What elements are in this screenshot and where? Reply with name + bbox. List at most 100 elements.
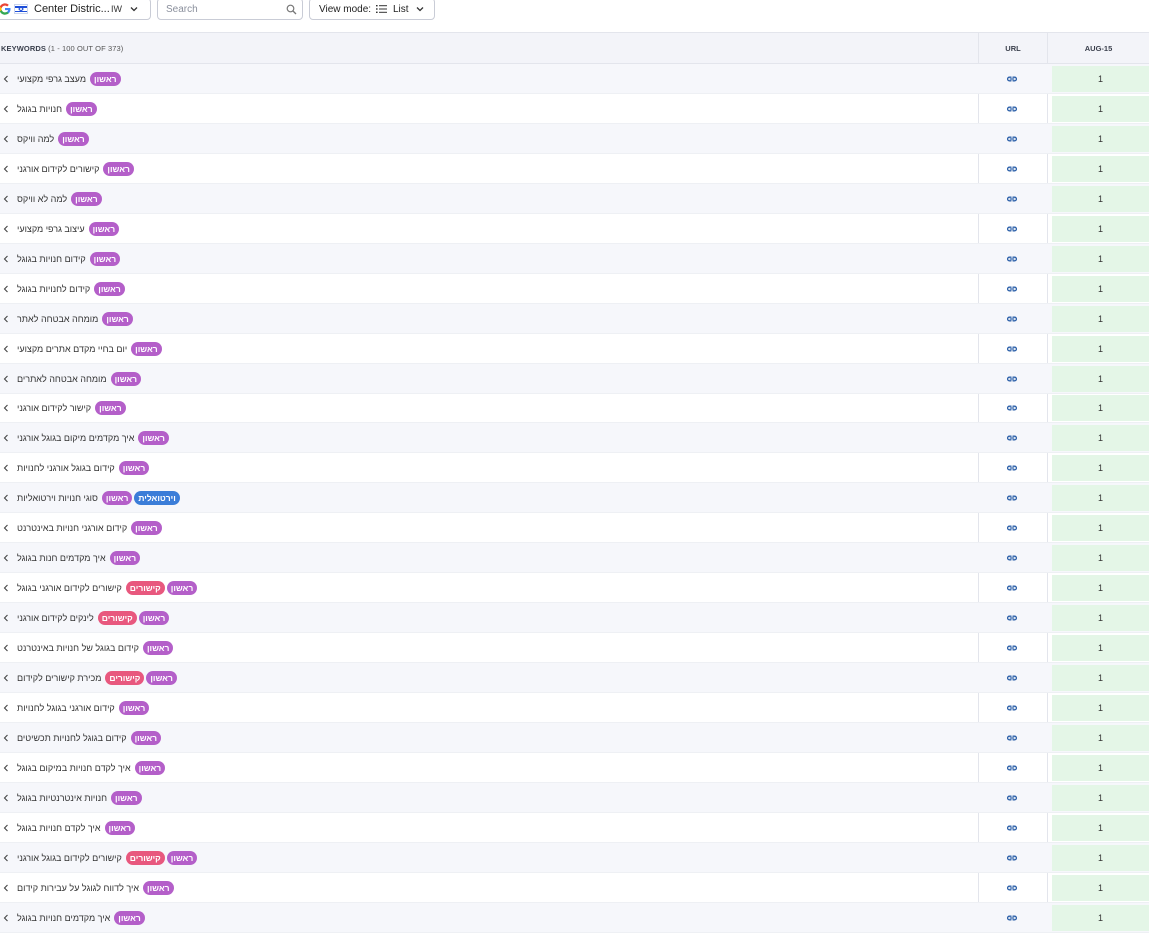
table-row[interactable]: מומחה אבטחה לאתר ראשון 1	[0, 303, 1149, 334]
chevron-left-icon[interactable]	[3, 524, 9, 532]
chevron-left-icon[interactable]	[3, 494, 9, 502]
chevron-left-icon[interactable]	[3, 614, 9, 622]
link-icon[interactable]	[1006, 73, 1018, 85]
table-row[interactable]: מכירת קישורים לקידום קישורים ראשון 1	[0, 663, 1149, 693]
link-icon[interactable]	[1006, 522, 1018, 534]
table-row[interactable]: איך לקדם חנויות בגוגל ראשון 1	[0, 813, 1149, 843]
view-mode-select[interactable]: View mode: List	[309, 0, 435, 20]
table-row[interactable]: חנויות בגוגל ראשון 1	[0, 94, 1149, 124]
table-row[interactable]: קידום לחנויות בגוגל ראשון 1	[0, 274, 1149, 304]
keyword-text[interactable]: איך מקדמים חנויות בגוגל	[17, 913, 110, 923]
table-row[interactable]: למה לא וויקס ראשון 1	[0, 183, 1149, 214]
keyword-text[interactable]: קידום חנויות בגוגל	[17, 254, 86, 264]
table-row[interactable]: איך מקדמים חנות בגוגל ראשון 1	[0, 543, 1149, 574]
keyword-tag[interactable]: ראשון	[102, 311, 133, 326]
link-icon[interactable]	[1006, 253, 1018, 265]
chevron-left-icon[interactable]	[3, 704, 9, 712]
keyword-text[interactable]: איך לקדם חנויות בגוגל	[17, 823, 101, 833]
keyword-text[interactable]: למה וויקס	[17, 134, 54, 144]
link-icon[interactable]	[1006, 852, 1018, 864]
keyword-text[interactable]: למה לא וויקס	[17, 194, 67, 204]
keyword-text[interactable]: קידום בגוגל לחנויות תכשיטים	[17, 733, 127, 743]
table-row[interactable]: קידום אורגני בגוגל לחנויות ראשון 1	[0, 693, 1149, 723]
link-icon[interactable]	[1006, 822, 1018, 834]
link-icon[interactable]	[1006, 912, 1018, 924]
search-input[interactable]	[166, 2, 281, 16]
chevron-left-icon[interactable]	[3, 75, 9, 83]
chevron-left-icon[interactable]	[3, 884, 9, 892]
keyword-tag[interactable]: ראשון	[131, 341, 162, 356]
search-icon[interactable]	[286, 4, 297, 15]
keyword-text[interactable]: מומחה אבטחה לאתרים	[17, 374, 107, 384]
keyword-tag[interactable]: ראשון	[114, 910, 145, 925]
link-icon[interactable]	[1006, 163, 1018, 175]
keyword-tag[interactable]: קישורים	[105, 671, 145, 685]
link-icon[interactable]	[1006, 492, 1018, 504]
link-icon[interactable]	[1006, 133, 1018, 145]
keyword-text[interactable]: קידום בגוגל אורגני לחנויות	[17, 463, 115, 473]
keyword-tag[interactable]: ראשון	[118, 700, 150, 715]
keyword-tag[interactable]: וירטואלית	[134, 491, 180, 506]
chevron-left-icon[interactable]	[3, 824, 9, 832]
link-icon[interactable]	[1006, 762, 1018, 774]
table-row[interactable]: איך לקדם חנויות במיקום בגוגל ראשון 1	[0, 753, 1149, 783]
chevron-left-icon[interactable]	[3, 854, 9, 862]
table-row[interactable]: לינקים לקידום אורגני קישורים ראשון 1	[0, 603, 1149, 634]
keyword-text[interactable]: חנויות בגוגל	[17, 104, 62, 114]
chevron-left-icon[interactable]	[3, 674, 9, 682]
chevron-left-icon[interactable]	[3, 105, 9, 113]
link-icon[interactable]	[1006, 343, 1018, 355]
keyword-tag[interactable]: ראשון	[110, 371, 142, 386]
keyword-text[interactable]: קישור לקידום אורגני	[17, 403, 91, 413]
link-icon[interactable]	[1006, 313, 1018, 325]
link-icon[interactable]	[1006, 103, 1018, 115]
link-icon[interactable]	[1006, 672, 1018, 684]
keyword-tag[interactable]: ראשון	[146, 671, 177, 685]
keyword-tag[interactable]: ראשון	[66, 101, 97, 116]
keyword-text[interactable]: מכירת קישורים לקידום	[17, 673, 101, 683]
keyword-tag[interactable]: קישורים	[97, 611, 137, 626]
chevron-left-icon[interactable]	[3, 165, 9, 173]
keyword-tag[interactable]: ראשון	[138, 611, 170, 626]
keyword-text[interactable]: איך לדווח לגוגל על עבירות קידום	[17, 883, 139, 893]
table-row[interactable]: יום בחיי מקדם אתרים מקצועי ראשון 1	[0, 334, 1149, 364]
chevron-left-icon[interactable]	[3, 195, 9, 203]
chevron-left-icon[interactable]	[3, 404, 9, 412]
keyword-text[interactable]: מעצב גרפי מקצועי	[17, 74, 86, 84]
chevron-left-icon[interactable]	[3, 794, 9, 802]
link-icon[interactable]	[1006, 193, 1018, 205]
link-icon[interactable]	[1006, 732, 1018, 744]
search-box[interactable]	[157, 0, 303, 20]
keyword-tag[interactable]: ראשון	[103, 161, 134, 176]
keyword-tag[interactable]: ראשון	[104, 820, 136, 835]
chevron-left-icon[interactable]	[3, 345, 9, 353]
keyword-text[interactable]: קידום אורגני חנויות באינטרנט	[17, 523, 127, 533]
keyword-text[interactable]: איך מקדמים חנות בגוגל	[17, 553, 106, 563]
keywords-column-header[interactable]: KEYWORDS (1 - 100 OUT OF 373)	[1, 44, 123, 53]
link-icon[interactable]	[1006, 702, 1018, 714]
link-icon[interactable]	[1006, 792, 1018, 804]
chevron-left-icon[interactable]	[3, 584, 9, 592]
table-row[interactable]: איך לדווח לגוגל על עבירות קידום ראשון 1	[0, 873, 1149, 903]
keyword-text[interactable]: איך מקדמים מיקום בגוגל אורגני	[17, 433, 134, 443]
keyword-tag[interactable]: ראשון	[95, 401, 126, 416]
table-row[interactable]: קידום בגוגל לחנויות תכשיטים ראשון 1	[0, 722, 1149, 753]
keyword-text[interactable]: קידום בגוגל של חנויות באינטרנט	[17, 643, 139, 653]
table-row[interactable]: סוגי חנויות וירטואליות ראשון וירטואלית 1	[0, 483, 1149, 514]
chevron-left-icon[interactable]	[3, 285, 9, 293]
chevron-left-icon[interactable]	[3, 914, 9, 922]
keyword-text[interactable]: חנויות אינטרנטיות בגוגל	[17, 793, 107, 803]
keyword-tag[interactable]: ראשון	[101, 491, 133, 506]
chevron-left-icon[interactable]	[3, 315, 9, 323]
chevron-left-icon[interactable]	[3, 225, 9, 233]
keyword-tag[interactable]: קישורים	[125, 581, 165, 596]
keyword-text[interactable]: מומחה אבטחה לאתר	[17, 314, 98, 324]
link-icon[interactable]	[1006, 882, 1018, 894]
link-icon[interactable]	[1006, 402, 1018, 414]
table-row[interactable]: מומחה אבטחה לאתרים ראשון 1	[0, 363, 1149, 394]
chevron-left-icon[interactable]	[3, 434, 9, 442]
link-icon[interactable]	[1006, 283, 1018, 295]
keyword-text[interactable]: סוגי חנויות וירטואליות	[17, 493, 98, 503]
keyword-tag[interactable]: ראשון	[94, 281, 125, 296]
table-row[interactable]: קידום אורגני חנויות באינטרנט ראשון 1	[0, 513, 1149, 544]
